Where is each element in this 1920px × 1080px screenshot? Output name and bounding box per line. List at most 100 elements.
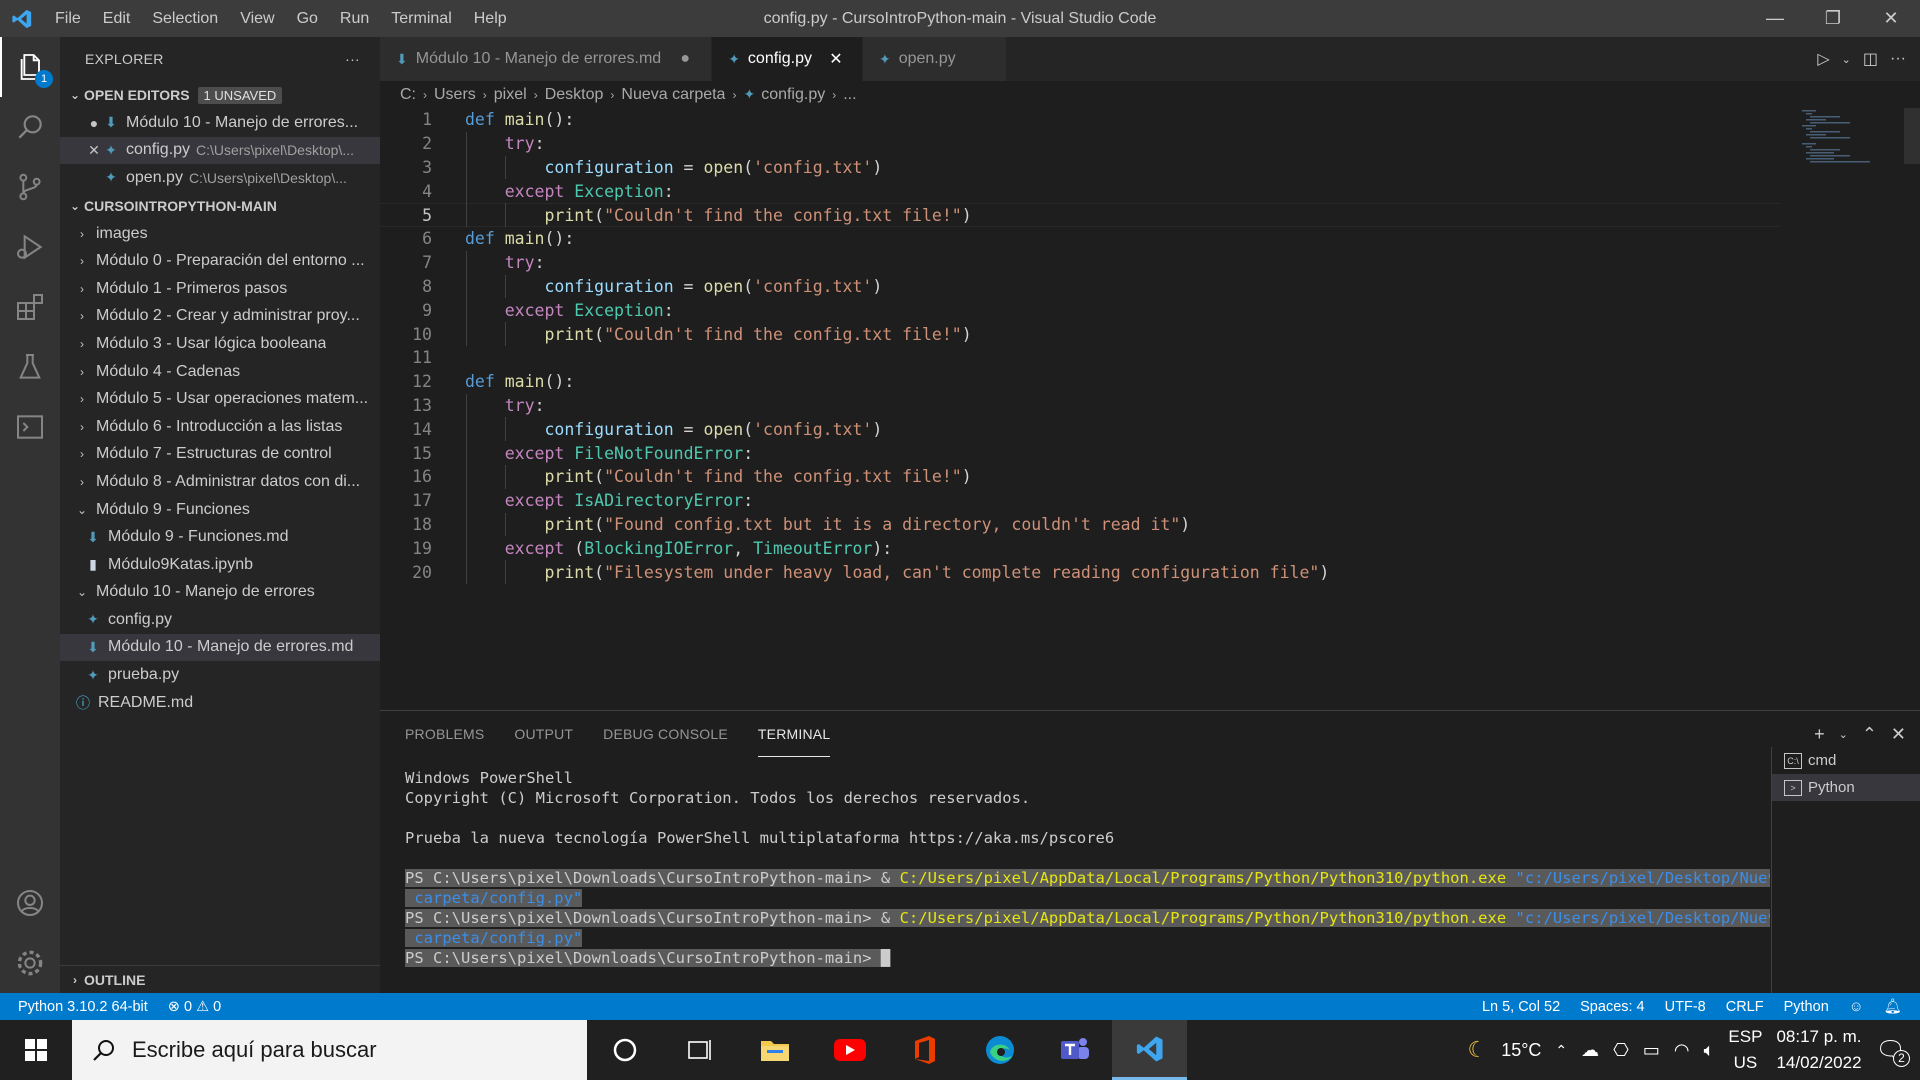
- tree-file[interactable]: ✦ prueba.py: [60, 661, 380, 689]
- onedrive-icon[interactable]: ☁: [1581, 1040, 1599, 1061]
- menu-view[interactable]: View: [229, 0, 285, 37]
- code-line[interactable]: 18 print("Found config.txt but it is a d…: [380, 513, 1780, 537]
- breadcrumb-item[interactable]: Desktop: [545, 86, 604, 104]
- terminal-instance[interactable]: > Python: [1772, 774, 1920, 801]
- tree-folder[interactable]: ⌄ Módulo 9 - Funciones: [60, 496, 380, 524]
- menu-selection[interactable]: Selection: [141, 0, 229, 37]
- panel-tab-terminal[interactable]: TERMINAL: [757, 711, 831, 757]
- run-file-icon[interactable]: ▷: [1817, 49, 1829, 69]
- manage-activity-button[interactable]: [0, 933, 60, 993]
- maximize-panel-icon[interactable]: ⌃: [1862, 724, 1877, 745]
- edge-taskbar-button[interactable]: [962, 1020, 1037, 1080]
- breadcrumb-item[interactable]: config.py: [761, 86, 825, 104]
- project-header[interactable]: ⌄ CURSOINTROPYTHON-MAIN: [60, 192, 380, 220]
- explorer-activity-button[interactable]: 1: [0, 37, 60, 97]
- open-editor-item[interactable]: ✦ open.py C:\Users\pixel\Desktop\...: [60, 164, 380, 192]
- outline-header[interactable]: › OUTLINE: [60, 965, 380, 993]
- tree-folder[interactable]: › Módulo 7 - Estructuras de control: [60, 441, 380, 469]
- breadcrumb-item[interactable]: Users: [434, 86, 476, 104]
- panel-tab-debug-console[interactable]: DEBUG CONSOLE: [603, 711, 728, 757]
- cortana-button[interactable]: [587, 1020, 662, 1080]
- tree-folder[interactable]: › Módulo 4 - Cadenas: [60, 358, 380, 386]
- code-line[interactable]: 4 except Exception:: [380, 179, 1780, 203]
- input-language[interactable]: ESP US: [1728, 1024, 1762, 1076]
- new-terminal-icon[interactable]: +: [1814, 724, 1825, 745]
- temperature[interactable]: 15°C: [1501, 1040, 1541, 1061]
- code-line[interactable]: 19 except (BlockingIOError, TimeoutError…: [380, 536, 1780, 560]
- tree-folder[interactable]: › images: [60, 220, 380, 248]
- close-panel-icon[interactable]: ✕: [1891, 724, 1906, 745]
- python-interpreter-status[interactable]: Python 3.10.2 64-bit: [18, 999, 148, 1015]
- office-taskbar-button[interactable]: [887, 1020, 962, 1080]
- code-line[interactable]: 10 print("Couldn't find the config.txt f…: [380, 322, 1780, 346]
- code-line[interactable]: 17 except IsADirectoryError:: [380, 489, 1780, 513]
- tree-folder[interactable]: › Módulo 6 - Introducción a las listas: [60, 413, 380, 441]
- open-editor-item[interactable]: ✕ ✦ config.py C:\Users\pixel\Desktop\...: [60, 136, 380, 165]
- problems-status[interactable]: ⊗ 0 ⚠ 0: [168, 999, 221, 1015]
- close-tab-icon[interactable]: ✕: [828, 49, 844, 69]
- task-view-button[interactable]: [662, 1020, 737, 1080]
- search-activity-button[interactable]: [0, 97, 60, 157]
- code-line[interactable]: 15 except FileNotFoundError:: [380, 441, 1780, 465]
- chevron-up-icon[interactable]: ⌃: [1555, 1042, 1567, 1059]
- tree-folder[interactable]: › Módulo 5 - Usar operaciones matem...: [60, 385, 380, 413]
- cursor-position-status[interactable]: Ln 5, Col 52: [1482, 999, 1560, 1015]
- chevron-down-icon[interactable]: ⌄: [1842, 53, 1851, 66]
- tree-file[interactable]: ▮ Módulo9Katas.ipynb: [60, 551, 380, 579]
- open-editors-header[interactable]: ⌄ OPEN EDITORS 1 UNSAVED: [60, 81, 380, 109]
- editor-tab[interactable]: ⬇ Módulo 10 - Manejo de errores.md ●: [380, 37, 713, 81]
- wifi-icon[interactable]: ◠: [1674, 1040, 1690, 1061]
- battery-icon[interactable]: ▭: [1643, 1040, 1660, 1061]
- menu-run[interactable]: Run: [329, 0, 380, 37]
- source-control-activity-button[interactable]: [0, 157, 60, 217]
- dirty-dot-icon[interactable]: ●: [86, 115, 102, 131]
- menu-edit[interactable]: Edit: [92, 0, 142, 37]
- teams-taskbar-button[interactable]: [1037, 1020, 1112, 1080]
- code-line[interactable]: 9 except Exception:: [380, 298, 1780, 322]
- taskbar-search-box[interactable]: Escribe aquí para buscar: [72, 1020, 587, 1080]
- breadcrumb-item[interactable]: Nueva carpeta: [621, 86, 725, 104]
- menu-file[interactable]: File: [44, 0, 92, 37]
- more-actions-icon[interactable]: ···: [345, 51, 360, 67]
- tree-folder[interactable]: › Módulo 1 - Primeros pasos: [60, 275, 380, 303]
- breadcrumb-item[interactable]: pixel: [494, 86, 527, 104]
- code-line[interactable]: 6 def main():: [380, 227, 1780, 251]
- tree-folder[interactable]: › Módulo 3 - Usar lógica booleana: [60, 330, 380, 358]
- remote-explorer-activity-button[interactable]: [0, 397, 60, 457]
- tree-folder[interactable]: › Módulo 2 - Crear y administrar proy...: [60, 303, 380, 331]
- menu-help[interactable]: Help: [463, 0, 518, 37]
- tree-folder[interactable]: › Módulo 8 - Administrar datos con di...: [60, 468, 380, 496]
- tree-folder[interactable]: ⌄ Módulo 10 - Manejo de errores: [60, 579, 380, 607]
- accounts-activity-button[interactable]: [0, 873, 60, 933]
- open-editor-item[interactable]: ● ⬇ Módulo 10 - Manejo de errores...: [60, 109, 380, 137]
- unsaved-dot-icon[interactable]: ●: [677, 50, 693, 68]
- editor-scrollbar[interactable]: [1904, 108, 1920, 164]
- code-line[interactable]: 8 configuration = open('config.txt'): [380, 275, 1780, 299]
- language-mode-status[interactable]: Python: [1784, 999, 1829, 1015]
- code-line[interactable]: 16 print("Couldn't find the config.txt f…: [380, 465, 1780, 489]
- breadcrumb-item[interactable]: ...: [843, 86, 856, 104]
- meet-now-icon[interactable]: ⎔: [1613, 1040, 1629, 1061]
- file-explorer-taskbar-button[interactable]: [737, 1020, 812, 1080]
- code-line[interactable]: 3 configuration = open('config.txt'): [380, 156, 1780, 180]
- code-line[interactable]: 2 try:: [380, 132, 1780, 156]
- breadcrumb-item[interactable]: C:: [400, 86, 416, 104]
- split-editor-icon[interactable]: ◫: [1863, 49, 1878, 69]
- code-line[interactable]: 7 try:: [380, 251, 1780, 275]
- code-line[interactable]: 20 print("Filesystem under heavy load, c…: [380, 560, 1780, 584]
- terminal-output[interactable]: Windows PowerShell Copyright (C) Microsof…: [405, 769, 1770, 969]
- menu-terminal[interactable]: Terminal: [380, 0, 462, 37]
- restore-button[interactable]: ❐: [1804, 0, 1862, 37]
- panel-tab-problems[interactable]: PROBLEMS: [405, 711, 484, 757]
- editor-tab[interactable]: ✦ open.py: [862, 37, 1007, 81]
- editor-tab[interactable]: ✦ config.py ✕: [712, 37, 863, 81]
- tree-file[interactable]: ⬇ Módulo 9 - Funciones.md: [60, 523, 380, 551]
- vscode-taskbar-button[interactable]: [1112, 1020, 1187, 1080]
- notifications-button[interactable]: 🗨︎ 2: [1876, 1036, 1910, 1067]
- moon-weather-icon[interactable]: ☾: [1467, 1037, 1487, 1063]
- code-line[interactable]: 11: [380, 346, 1780, 370]
- code-line[interactable]: 14 configuration = open('config.txt'): [380, 417, 1780, 441]
- volume-icon[interactable]: 🔈︎: [1704, 1040, 1715, 1061]
- chevron-down-icon[interactable]: ⌄: [1839, 728, 1848, 741]
- code-line[interactable]: 1 def main():: [380, 108, 1780, 132]
